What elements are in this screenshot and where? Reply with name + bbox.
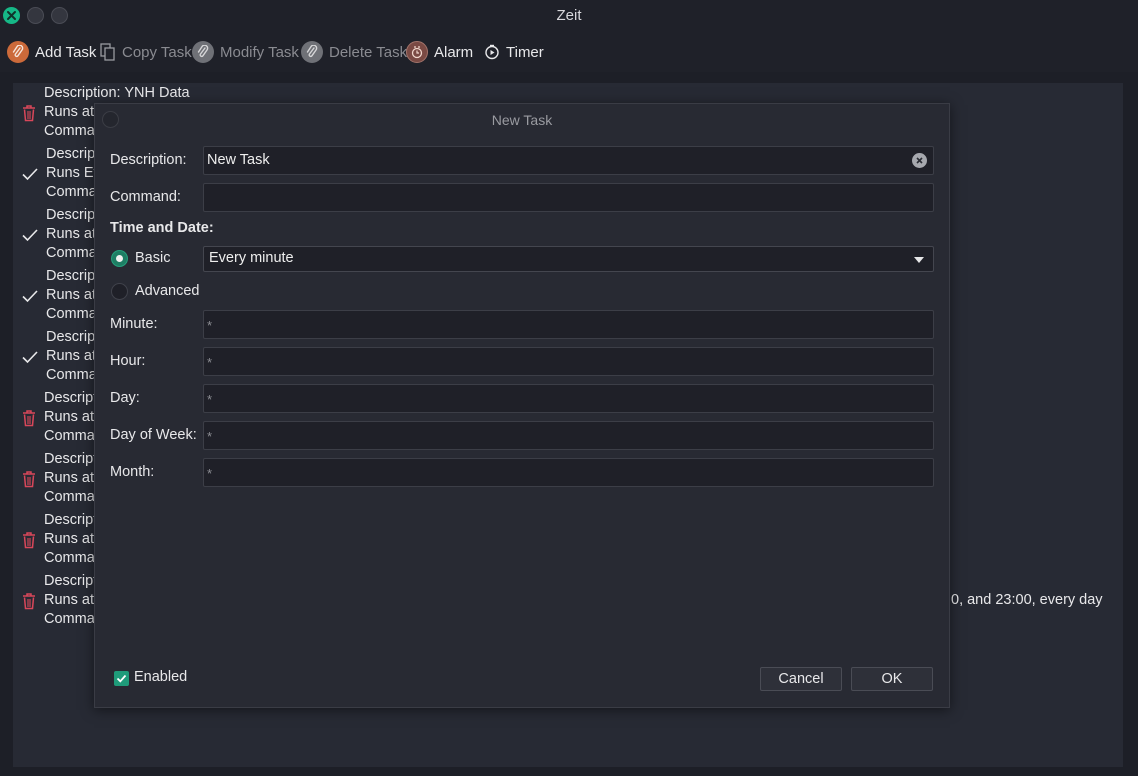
day-of-week-label: Day of Week: <box>110 427 197 443</box>
check-icon <box>21 165 38 183</box>
add-task-label: Add Task <box>35 43 97 61</box>
paperclip-icon <box>192 41 214 63</box>
paperclip-icon <box>301 41 323 63</box>
task-description: Descript <box>44 451 98 467</box>
ok-button[interactable]: OK <box>851 667 933 691</box>
task-description: Descript <box>44 390 98 406</box>
modify-task-label: Modify Task <box>220 43 299 61</box>
window-title: Zeit <box>556 7 582 24</box>
enabled-label: Enabled <box>134 669 188 685</box>
trash-icon <box>21 409 37 427</box>
minute-placeholder: * <box>207 318 213 333</box>
trash-icon <box>21 531 37 549</box>
task-description: Descript <box>44 573 98 589</box>
basic-radio-label: Basic <box>135 250 171 266</box>
enabled-checkbox[interactable] <box>114 671 129 686</box>
copy-task-button[interactable]: Copy Task <box>99 39 192 65</box>
task-schedule: Runs at <box>46 287 96 303</box>
description-label: Description: <box>110 152 187 168</box>
check-icon <box>21 348 38 366</box>
advanced-radio[interactable] <box>111 283 128 300</box>
task-description: Descript <box>46 207 100 223</box>
time-and-date-heading: Time and Date: <box>110 220 214 236</box>
task-description: Descript <box>46 268 100 284</box>
task-schedule: Runs at <box>46 226 96 242</box>
copy-task-label: Copy Task <box>122 43 192 61</box>
task-schedule: Runs at <box>46 348 96 364</box>
trash-icon <box>21 104 37 122</box>
dialog-title: New Task <box>491 112 553 128</box>
task-description: Descript <box>44 512 98 528</box>
description-value: New Task <box>207 152 270 168</box>
alarm-clock-icon <box>406 41 428 63</box>
day-of-week-placeholder: * <box>207 429 213 444</box>
day-label: Day: <box>110 390 140 406</box>
delete-task-button[interactable]: Delete Task <box>301 39 407 65</box>
delete-task-label: Delete Task <box>329 43 408 61</box>
new-task-dialog: New Task Description: New Task Command: … <box>94 103 950 708</box>
month-label: Month: <box>110 464 155 480</box>
alarm-button[interactable]: Alarm <box>406 39 473 65</box>
minute-label: Minute: <box>110 316 158 332</box>
month-placeholder: * <box>207 466 213 481</box>
toolbar: Add Task Copy Task Modify Task Delete Ta… <box>0 32 1138 72</box>
advanced-radio-label: Advanced <box>135 283 200 299</box>
check-icon <box>21 226 38 244</box>
add-task-button[interactable]: Add Task <box>7 39 96 65</box>
task-schedule: Runs at <box>44 470 94 486</box>
hour-field[interactable]: * <box>203 347 934 376</box>
basic-frequency-value: Every minute <box>209 250 294 266</box>
clear-text-icon[interactable] <box>912 153 927 168</box>
command-field[interactable] <box>203 183 934 212</box>
minute-field[interactable]: * <box>203 310 934 339</box>
task-schedule: Runs at <box>44 531 94 547</box>
trash-icon <box>21 592 37 610</box>
timer-button[interactable]: Timer <box>483 39 544 65</box>
alarm-label: Alarm <box>434 43 474 61</box>
timer-icon <box>483 41 501 63</box>
day-of-week-field[interactable]: * <box>203 421 934 450</box>
title-bar: Zeit <box>0 0 1138 32</box>
timer-label: Timer <box>506 43 544 61</box>
hour-placeholder: * <box>207 355 213 370</box>
cancel-button[interactable]: Cancel <box>760 667 842 691</box>
task-description: Descript <box>46 329 100 345</box>
check-icon <box>21 287 38 305</box>
month-field[interactable]: * <box>203 458 934 487</box>
basic-frequency-select[interactable]: Every minute <box>203 246 934 272</box>
checkmark-icon <box>116 674 127 683</box>
modify-task-button[interactable]: Modify Task <box>192 39 299 65</box>
task-description: Descript <box>46 146 100 162</box>
paperclip-icon <box>7 41 29 63</box>
trash-icon <box>21 470 37 488</box>
copy-icon <box>99 41 117 63</box>
command-label: Command: <box>110 189 181 205</box>
task-schedule-text: 0, and 23:00, every day <box>951 592 1103 608</box>
task-description: Description: YNH Data <box>44 85 190 101</box>
basic-radio[interactable] <box>111 250 128 267</box>
description-field[interactable]: New Task <box>203 146 934 175</box>
hour-label: Hour: <box>110 353 146 369</box>
day-placeholder: * <box>207 392 213 407</box>
day-field[interactable]: * <box>203 384 934 413</box>
chevron-down-icon <box>914 257 924 263</box>
